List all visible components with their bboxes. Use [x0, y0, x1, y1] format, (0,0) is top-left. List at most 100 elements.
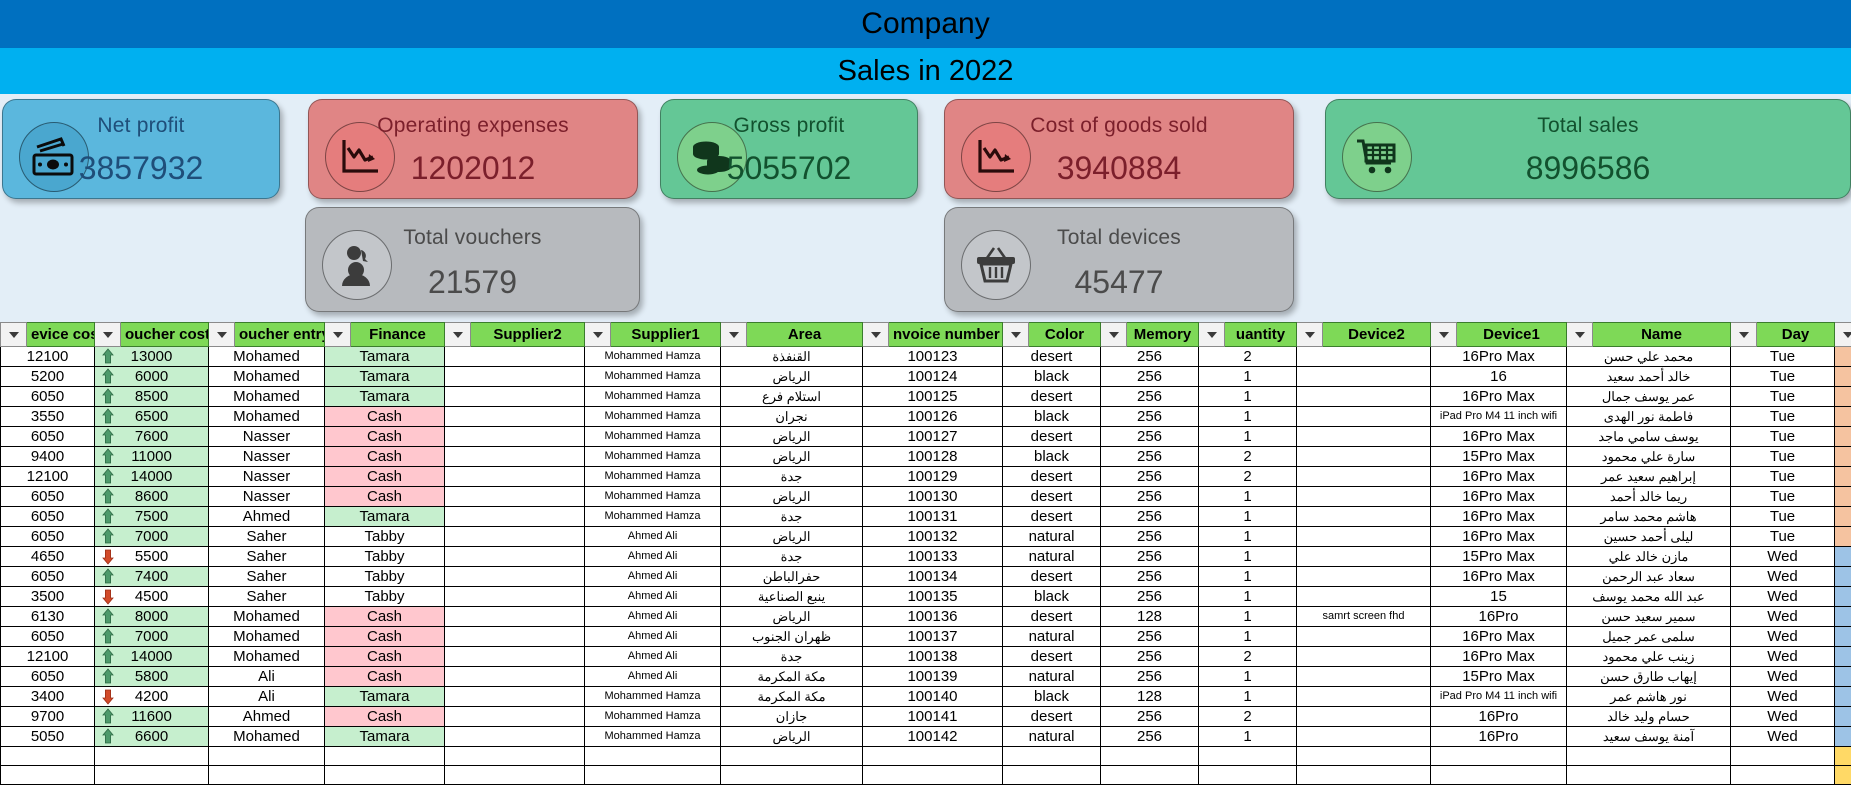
cell-day[interactable]: Tue: [1730, 366, 1835, 387]
table-row[interactable]: 3500 4500 Saher Tabby Ahmed Ali ينبع الصناعية…: [0, 586, 1851, 607]
cell-supplier2[interactable]: [444, 426, 585, 447]
cell-voucher_entry[interactable]: Nasser: [208, 446, 325, 467]
table-row[interactable]: 6050 7600 Nasser Cash Mohammed Hamza الرياض 10…: [0, 426, 1851, 447]
cell-device1[interactable]: [1430, 746, 1567, 766]
table-row[interactable]: 9400 11000 Nasser Cash Mohammed Hamza الرياض 1…: [0, 446, 1851, 467]
cell-color[interactable]: natural: [1002, 626, 1101, 647]
cell-date[interactable]: 1/10/2024: [1834, 406, 1851, 427]
column-header[interactable]: Finance: [350, 322, 445, 347]
table-row[interactable]: [0, 765, 1851, 785]
cell-device1[interactable]: 16Pro: [1430, 726, 1567, 747]
cell-device1[interactable]: iPad Pro M4 11 inch wifi: [1430, 406, 1567, 427]
cell-memory[interactable]: 256: [1100, 726, 1199, 747]
cell-date[interactable]: 1/10/2024: [1834, 466, 1851, 487]
cell-quantity[interactable]: 1: [1198, 566, 1297, 587]
cell-finance[interactable]: Cash: [324, 646, 445, 667]
cell-device1[interactable]: 16Pro Max: [1430, 426, 1567, 447]
cell-supplier2[interactable]: [444, 546, 585, 567]
table-row[interactable]: 12100 13000 Mohamed Tamara Mohammed Hamza الق…: [0, 346, 1851, 367]
cell-device_cost[interactable]: 6050: [0, 486, 95, 507]
cell-quantity[interactable]: 1: [1198, 486, 1297, 507]
cell-finance[interactable]: Tabby: [324, 566, 445, 587]
cell-device1[interactable]: 16Pro Max: [1430, 346, 1567, 367]
cell-device_cost[interactable]: 6050: [0, 506, 95, 527]
cell-supplier2[interactable]: [444, 586, 585, 607]
cell-voucher_entry[interactable]: Mohamed: [208, 386, 325, 407]
cell-voucher_entry[interactable]: Ali: [208, 666, 325, 687]
cell-date[interactable]: 2/10/2024: [1834, 726, 1851, 747]
cell-invoice[interactable]: 100125: [862, 386, 1003, 407]
filter-button-13[interactable]: [1566, 322, 1593, 347]
cell-device_cost[interactable]: [0, 746, 95, 766]
cell-device_cost[interactable]: 6050: [0, 386, 95, 407]
cell-voucher_cost[interactable]: 4500: [94, 586, 209, 607]
cell-supplier1[interactable]: Mohammed Hamza: [584, 366, 721, 387]
cell-memory[interactable]: 256: [1100, 386, 1199, 407]
cell-date[interactable]: 1/10/2024: [1834, 486, 1851, 507]
cell-color[interactable]: natural: [1002, 546, 1101, 567]
cell-finance[interactable]: Tabby: [324, 526, 445, 547]
cell-voucher_entry[interactable]: [208, 746, 325, 766]
cell-finance[interactable]: Cash: [324, 486, 445, 507]
cell-supplier2[interactable]: [444, 606, 585, 627]
cell-date[interactable]: 1/10/2024: [1834, 386, 1851, 407]
cell-color[interactable]: black: [1002, 406, 1101, 427]
cell-area[interactable]: مكة المكرمة: [720, 686, 863, 707]
cell-date[interactable]: 2/10/2024: [1834, 706, 1851, 727]
filter-button-1[interactable]: [94, 322, 121, 347]
cell-supplier2[interactable]: [444, 706, 585, 727]
cell-area[interactable]: الرياض: [720, 446, 863, 467]
cell-supplier1[interactable]: Mohammed Hamza: [584, 726, 721, 747]
table-row[interactable]: 9700 11600 Ahmed Cash Mohammed Hamza جازان 100…: [0, 706, 1851, 727]
cell-supplier1[interactable]: Ahmed Ali: [584, 666, 721, 687]
cell-day[interactable]: Wed: [1730, 726, 1835, 747]
cell-quantity[interactable]: 2: [1198, 646, 1297, 667]
cell-finance[interactable]: Tamara: [324, 386, 445, 407]
cell-voucher_cost[interactable]: 7400: [94, 566, 209, 587]
cell-day[interactable]: [1730, 746, 1835, 766]
cell-area[interactable]: القنفذة: [720, 346, 863, 367]
cell-memory[interactable]: 256: [1100, 546, 1199, 567]
cell-supplier1[interactable]: Ahmed Ali: [584, 566, 721, 587]
column-header[interactable]: Name: [1592, 322, 1731, 347]
cell-voucher_cost[interactable]: 5800: [94, 666, 209, 687]
cell-color[interactable]: desert: [1002, 506, 1101, 527]
cell-supplier2[interactable]: [444, 526, 585, 547]
table-row[interactable]: 6050 8500 Mohamed Tamara Mohammed Hamza استلا…: [0, 386, 1851, 407]
cell-device2[interactable]: [1296, 706, 1431, 727]
cell-device_cost[interactable]: 3500: [0, 586, 95, 607]
column-header[interactable]: uantity: [1224, 322, 1297, 347]
cell-day[interactable]: Tue: [1730, 426, 1835, 447]
cell-day[interactable]: Tue: [1730, 386, 1835, 407]
cell-memory[interactable]: 256: [1100, 486, 1199, 507]
cell-name[interactable]: خالد أحمد سعيد: [1566, 366, 1731, 387]
cell-quantity[interactable]: [1198, 765, 1297, 785]
cell-color[interactable]: desert: [1002, 466, 1101, 487]
cell-color[interactable]: natural: [1002, 726, 1101, 747]
cell-supplier1[interactable]: Mohammed Hamza: [584, 426, 721, 447]
cell-name[interactable]: محمد علي حسن: [1566, 346, 1731, 367]
cell-area[interactable]: ينبع الصناعية: [720, 586, 863, 607]
cell-memory[interactable]: 128: [1100, 606, 1199, 627]
cell-area[interactable]: استلام فرع: [720, 386, 863, 407]
cell-memory[interactable]: 256: [1100, 446, 1199, 467]
cell-day[interactable]: Wed: [1730, 566, 1835, 587]
cell-voucher_entry[interactable]: Nasser: [208, 486, 325, 507]
cell-finance[interactable]: Cash: [324, 626, 445, 647]
cell-device_cost[interactable]: 12100: [0, 346, 95, 367]
cell-voucher_cost[interactable]: 6600: [94, 726, 209, 747]
cell-device_cost[interactable]: 5050: [0, 726, 95, 747]
cell-day[interactable]: Tue: [1730, 406, 1835, 427]
cell-quantity[interactable]: 1: [1198, 506, 1297, 527]
cell-voucher_cost[interactable]: 7000: [94, 526, 209, 547]
cell-date[interactable]: 2/10/2024: [1834, 586, 1851, 607]
cell-memory[interactable]: 256: [1100, 466, 1199, 487]
cell-day[interactable]: Wed: [1730, 606, 1835, 627]
cell-name[interactable]: إبراهيم سعيد عمر: [1566, 466, 1731, 487]
table-row[interactable]: [0, 746, 1851, 766]
cell-device_cost[interactable]: 6050: [0, 526, 95, 547]
filter-button-2[interactable]: [208, 322, 235, 347]
column-header[interactable]: oucher entry: [234, 322, 325, 347]
cell-device_cost[interactable]: 6050: [0, 666, 95, 687]
cell-voucher_cost[interactable]: [94, 765, 209, 785]
